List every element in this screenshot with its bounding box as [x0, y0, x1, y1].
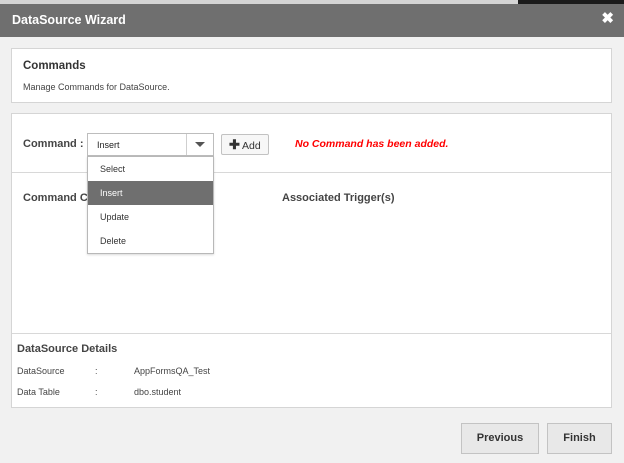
- datasource-value: AppFormsQA_Test: [134, 366, 211, 376]
- close-icon[interactable]: ✖: [601, 11, 614, 27]
- dialog-titlebar: DataSource Wizard ✖: [0, 4, 624, 37]
- dropdown-option-update[interactable]: Update: [88, 205, 213, 229]
- finish-button[interactable]: Finish: [547, 423, 612, 454]
- plus-icon: ✚: [229, 137, 240, 152]
- divider: [12, 333, 611, 334]
- datasource-details-heading: DataSource Details: [17, 343, 118, 355]
- dropdown-option-select[interactable]: Select: [88, 157, 213, 181]
- commands-panel: Commands Manage Commands for DataSource.: [11, 48, 612, 103]
- add-command-label: Add: [242, 140, 261, 152]
- no-command-warning: No Command has been added.: [295, 138, 449, 150]
- commands-description: Manage Commands for DataSource.: [23, 82, 170, 92]
- add-command-button[interactable]: ✚ Add: [221, 134, 269, 155]
- chevron-down-icon[interactable]: [186, 134, 213, 155]
- command-dropdown-list: Select Insert Update Delete: [87, 156, 214, 254]
- dropdown-option-insert[interactable]: Insert: [88, 181, 213, 205]
- command-select-value: Insert: [97, 140, 120, 150]
- dialog-title: DataSource Wizard: [12, 13, 126, 27]
- command-select[interactable]: Insert: [87, 133, 214, 156]
- previous-button[interactable]: Previous: [461, 423, 539, 454]
- commands-heading: Commands: [23, 60, 86, 72]
- data-table-separator: :: [95, 387, 98, 397]
- data-table-value: dbo.student: [134, 387, 182, 397]
- associated-triggers-heading: Associated Trigger(s): [282, 192, 395, 204]
- datasource-separator: :: [95, 366, 98, 376]
- datasource-label: DataSource: [17, 366, 65, 376]
- dropdown-option-delete[interactable]: Delete: [88, 229, 213, 253]
- data-table-label: Data Table: [17, 387, 60, 397]
- command-columns-heading: Command Co: [23, 192, 95, 204]
- command-label: Command :: [23, 138, 84, 150]
